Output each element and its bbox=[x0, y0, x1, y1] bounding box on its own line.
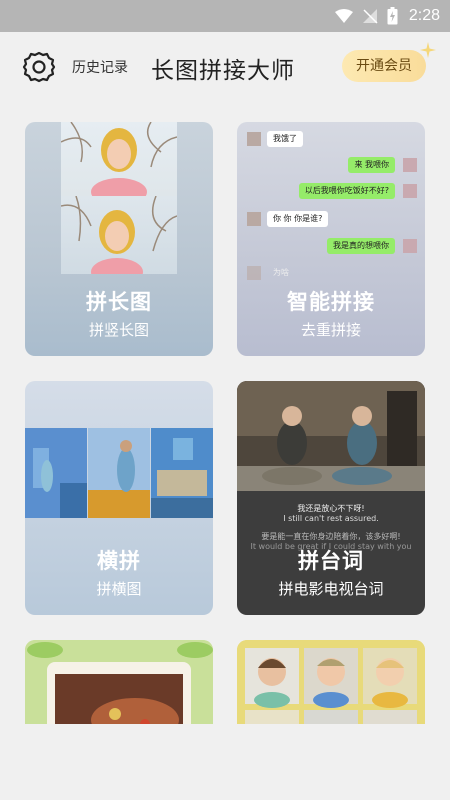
card-subtitle: 拼竖长图 bbox=[88, 321, 149, 339]
page-title: 长图拼接大师 bbox=[151, 58, 295, 84]
chat-avatar bbox=[403, 158, 417, 172]
gear-icon[interactable] bbox=[22, 50, 56, 84]
card-title: 智能拼接 bbox=[287, 290, 375, 314]
bottom-area bbox=[0, 724, 450, 800]
subtitle-line-en: I still can't rest assured. bbox=[283, 514, 379, 523]
sample-photo-bottom bbox=[61, 196, 177, 274]
card-long-image[interactable]: 拼长图 拼竖长图 bbox=[25, 122, 213, 356]
subtitle-line-zh: 我还是放心不下呀! bbox=[297, 504, 365, 513]
status-bar: 2:28 bbox=[0, 0, 450, 32]
chat-bubble: 以后我喂你吃饭好不好? bbox=[298, 183, 395, 199]
card-title: 拼长图 bbox=[86, 290, 152, 314]
card-subtitle: 拼横图 bbox=[96, 580, 142, 598]
chat-avatar bbox=[247, 266, 261, 280]
chat-avatar bbox=[403, 184, 417, 198]
card-subtitle: 去重拼接 bbox=[300, 321, 361, 339]
sample-photo-1 bbox=[25, 428, 87, 518]
sample-photo-2 bbox=[88, 428, 150, 518]
chat-avatar bbox=[247, 212, 261, 226]
wifi-icon bbox=[334, 9, 353, 23]
chat-bubble: 你 你 你是谁? bbox=[267, 211, 329, 227]
chat-bubble: 为啥 bbox=[273, 268, 289, 277]
card-subtitle-stitch[interactable]: 我还是放心不下呀! I still can't rest assured. 要是… bbox=[237, 381, 425, 615]
chat-bubble: 我是真的想喂你 bbox=[327, 238, 395, 254]
card-title: 拼台词 bbox=[298, 549, 364, 573]
chat-preview: 我饿了 来 我喂你 以后我喂你吃饭好不好? 你 你 你是谁? 我是真的想喂你 为… bbox=[237, 122, 425, 282]
status-icons: 2:28 bbox=[334, 6, 440, 26]
signal-icon bbox=[362, 9, 378, 24]
status-time: 2:28 bbox=[408, 7, 440, 24]
card-subtitle: 拼电影电视台词 bbox=[278, 580, 384, 598]
chat-avatar bbox=[247, 132, 261, 146]
battery-icon bbox=[387, 7, 398, 25]
sample-photo-top bbox=[61, 122, 177, 196]
sample-photo-3 bbox=[151, 428, 213, 518]
chat-avatar bbox=[403, 239, 417, 253]
sparkle-icon bbox=[420, 42, 436, 58]
card-title: 横拼 bbox=[97, 549, 141, 573]
movie-still bbox=[237, 381, 425, 491]
subtitle-line-zh: 要是能一直在你身边陪着你，该多好啊! bbox=[261, 532, 401, 541]
chat-bubble: 我饿了 bbox=[267, 131, 303, 147]
card-smart-stitch[interactable]: 我饿了 来 我喂你 以后我喂你吃饭好不好? 你 你 你是谁? 我是真的想喂你 为… bbox=[237, 122, 425, 356]
card-horizontal-stitch[interactable]: 横拼 拼横图 bbox=[25, 381, 213, 615]
history-link[interactable]: 历史记录 bbox=[72, 57, 128, 77]
vip-button[interactable]: 开通会员 bbox=[342, 50, 426, 82]
header: 历史记录 长图拼接大师 开通会员 bbox=[0, 32, 450, 102]
chat-bubble: 来 我喂你 bbox=[348, 157, 395, 173]
